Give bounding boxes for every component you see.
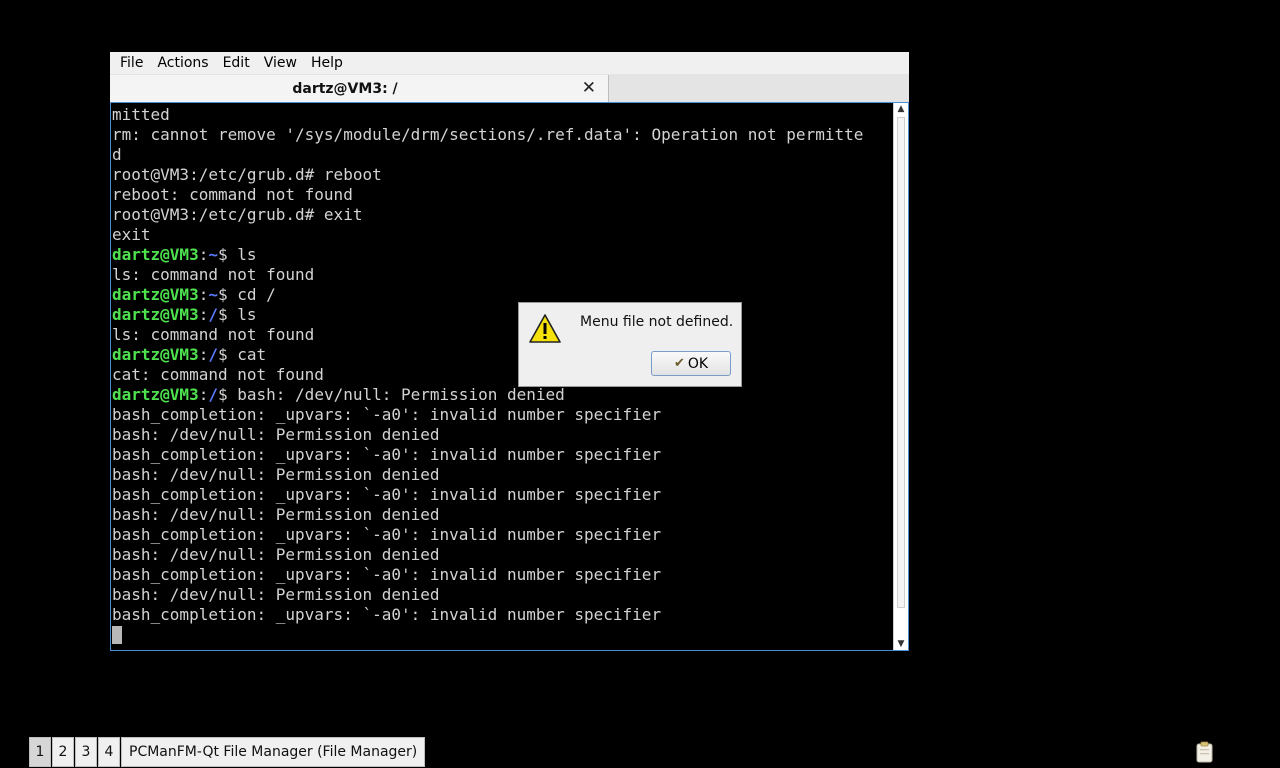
terminal-line: bash_completion: _upvars: `-a0': invalid… xyxy=(112,445,662,464)
checkmark-icon: ✔ xyxy=(673,356,685,371)
prompt-colon: : xyxy=(198,345,209,364)
terminal-line: bash: /dev/null: Permission denied xyxy=(112,425,440,444)
prompt-line: dartz@VM3:~$ cd / xyxy=(112,285,895,305)
terminal-line: bash_completion: _upvars: `-a0': invalid… xyxy=(112,605,662,624)
prompt-user: dartz@VM3 xyxy=(112,285,199,304)
desktop-4-button[interactable]: 4 xyxy=(98,737,120,767)
prompt-user: dartz@VM3 xyxy=(112,245,199,264)
terminal-line: ls: command not found xyxy=(112,325,315,344)
desktop-2-button[interactable]: 2 xyxy=(52,737,74,767)
prompt-path: ~ xyxy=(208,245,218,264)
prompt-line: dartz@VM3:~$ ls xyxy=(112,245,895,265)
cursor-line xyxy=(112,625,895,645)
terminal-line: cat: command not found xyxy=(112,365,324,384)
scrollbar-thumb[interactable] xyxy=(897,117,905,608)
prompt-command: $ cat xyxy=(217,345,267,364)
terminal-line: exit xyxy=(112,225,151,244)
terminal-line: ls: command not found xyxy=(112,265,315,284)
menu-view[interactable]: View xyxy=(257,52,304,74)
prompt-user: dartz@VM3 xyxy=(112,385,199,404)
prompt-path: / xyxy=(208,305,218,324)
terminal-output[interactable]: mitted rm: cannot remove '/sys/module/drm… xyxy=(112,105,895,650)
menubar: File Actions Edit View Help xyxy=(110,52,909,74)
prompt-path: / xyxy=(208,345,218,364)
dialog-message: Menu file not defined. xyxy=(580,314,734,330)
warning-icon xyxy=(529,314,561,343)
terminal-line: bash: /dev/null: Permission denied xyxy=(112,585,440,604)
terminal-window: File Actions Edit View Help dartz@VM3: /… xyxy=(110,52,909,651)
clipboard-icon[interactable] xyxy=(1195,741,1215,763)
terminal-line: bash: /dev/null: Permission denied xyxy=(112,545,440,564)
prompt-command: $ cd / xyxy=(217,285,276,304)
terminal-line: bash: /dev/null: Permission denied xyxy=(112,465,440,484)
prompt-colon: : xyxy=(198,385,209,404)
terminal-line: reboot: command not found xyxy=(112,185,353,204)
prompt-command: $ bash: /dev/null: Permission denied xyxy=(217,385,565,404)
tab-title: dartz@VM3: / xyxy=(292,81,398,97)
task-file-manager[interactable]: PCManFM-Qt File Manager (File Manager) xyxy=(121,737,426,767)
menu-file[interactable]: File xyxy=(110,52,150,74)
prompt-colon: : xyxy=(198,305,209,324)
terminal-line: bash_completion: _upvars: `-a0': invalid… xyxy=(112,565,662,584)
menu-edit[interactable]: Edit xyxy=(216,52,257,74)
prompt-user: dartz@VM3 xyxy=(112,345,199,364)
terminal-line: root@VM3:/etc/grub.d# reboot xyxy=(112,165,382,184)
terminal-line: bash_completion: _upvars: `-a0': invalid… xyxy=(112,405,662,424)
terminal-line: bash_completion: _upvars: `-a0': invalid… xyxy=(112,525,662,544)
menu-help[interactable]: Help xyxy=(304,52,350,74)
prompt-command: $ ls xyxy=(217,305,257,324)
prompt-line: dartz@VM3:/$ bash: /dev/null: Permission… xyxy=(112,385,895,405)
terminal-line: d xyxy=(112,145,122,164)
desktop-3-button[interactable]: 3 xyxy=(75,737,97,767)
prompt-path: ~ xyxy=(208,285,218,304)
prompt-command: $ ls xyxy=(217,245,257,264)
close-icon[interactable]: ✕ xyxy=(582,79,596,97)
terminal-cursor xyxy=(112,626,122,644)
terminal-line: mitted xyxy=(112,105,170,124)
terminal-line: rm: cannot remove '/sys/module/drm/secti… xyxy=(112,125,864,144)
ok-button[interactable]: ✔ OK xyxy=(651,351,731,376)
error-dialog: Menu file not defined. ✔ OK xyxy=(518,302,742,387)
terminal-line: root@VM3:/etc/grub.d# exit xyxy=(112,205,363,224)
scroll-down-arrow-icon[interactable]: ▼ xyxy=(894,638,908,650)
scroll-up-arrow-icon[interactable]: ▲ xyxy=(894,103,908,115)
taskbar: 1 2 3 4 PCManFM-Qt File Manager (File Ma… xyxy=(29,737,426,768)
prompt-user: dartz@VM3 xyxy=(112,305,199,324)
menu-actions[interactable]: Actions xyxy=(150,52,215,74)
prompt-line: dartz@VM3:/$ ls xyxy=(112,305,895,325)
prompt-colon: : xyxy=(198,245,209,264)
terminal-frame: mitted rm: cannot remove '/sys/module/drm… xyxy=(110,102,909,651)
terminal-line: bash: /dev/null: Permission denied xyxy=(112,505,440,524)
prompt-path: / xyxy=(208,385,218,404)
prompt-colon: : xyxy=(198,285,209,304)
terminal-line: bash_completion: _upvars: `-a0': invalid… xyxy=(112,485,662,504)
scrollbar[interactable]: ▲ ▼ xyxy=(893,103,908,650)
desktop-1-button[interactable]: 1 xyxy=(29,737,51,767)
ok-label: OK xyxy=(687,355,709,372)
prompt-line: dartz@VM3:/$ cat xyxy=(112,345,895,365)
terminal-tab[interactable]: dartz@VM3: / ✕ xyxy=(110,75,609,102)
tab-bar: dartz@VM3: / ✕ xyxy=(110,74,909,102)
